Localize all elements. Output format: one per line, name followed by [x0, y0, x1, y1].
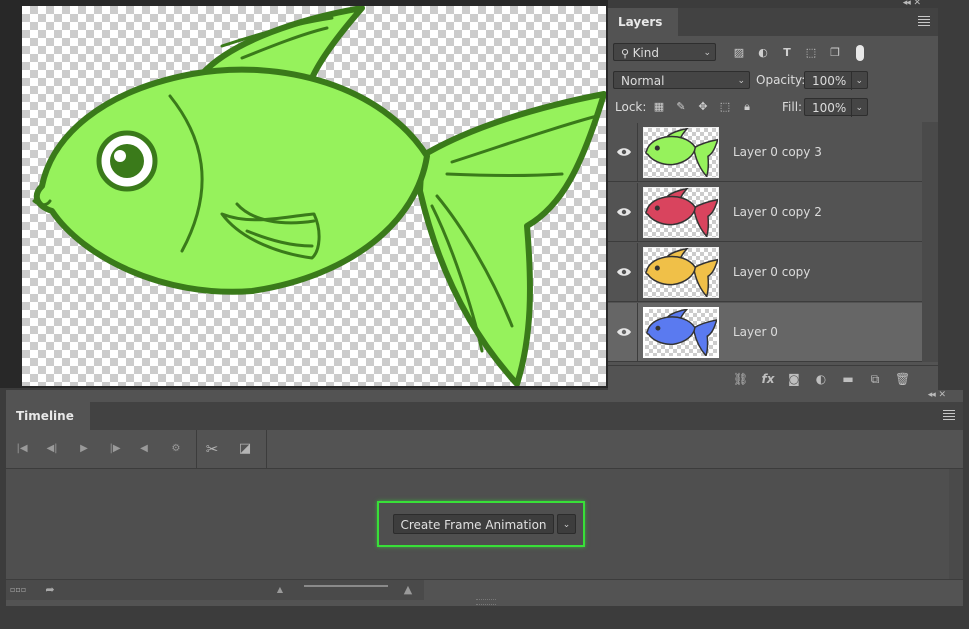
go-to-first-frame-icon[interactable]: |◀	[14, 442, 30, 456]
lock-transparent-pixels-icon[interactable]: ▦	[653, 101, 665, 113]
layer-row[interactable]: Layer 0	[608, 303, 922, 362]
opacity-field[interactable]: 100% ⌄	[804, 71, 868, 90]
chevron-down-icon: ⌄	[851, 99, 863, 117]
new-group-folder-icon[interactable]: ▬	[841, 372, 855, 386]
lock-position-icon[interactable]: ✥	[697, 101, 709, 113]
layers-footer-toolbar: ⛓ fx ◙ ◐ ▬ ⧉ 🗑︎	[608, 365, 938, 391]
link-layers-icon[interactable]: ⛓	[733, 372, 748, 386]
blend-mode-dropdown[interactable]: Normal ⌄	[613, 71, 750, 89]
timeline-panel: ◂◂ ✕ Timeline |◀ ◀| ▶ |▶ ◀ ⚙ ✂ ◪ ▫▫▫ ➦ ▲…	[6, 390, 963, 606]
panel-menu-icon[interactable]	[943, 410, 955, 422]
next-frame-icon[interactable]: |▶	[107, 442, 123, 456]
visibility-eye-icon[interactable]	[616, 145, 632, 159]
lock-image-pixels-icon[interactable]: ✎	[675, 101, 687, 113]
layer-thumbnail	[643, 187, 719, 238]
convert-to-frame-animation-icon[interactable]: ▫▫▫	[10, 583, 26, 597]
pixel-layer-filter-icon[interactable]: ▨	[733, 47, 745, 59]
fish-artwork	[32, 6, 606, 386]
shape-layer-filter-icon[interactable]: ⬚	[805, 47, 817, 59]
chevron-down-icon: ⌄	[737, 76, 745, 86]
zoom-out-mountain-icon[interactable]: ▲	[272, 583, 288, 597]
timeline-footer: ▫▫▫ ➦ ▲ ▲	[6, 579, 963, 600]
play-icon[interactable]: ▶	[76, 442, 92, 456]
layer-thumbnail	[643, 127, 719, 178]
create-frame-animation-button[interactable]: Create Frame Animation	[393, 514, 554, 534]
layer-style-fx-icon[interactable]: fx	[761, 372, 775, 386]
tab-layers[interactable]: Layers	[608, 8, 679, 36]
visibility-eye-icon[interactable]	[616, 325, 632, 339]
layer-filter-dropdown[interactable]: ⚲ Kind ⌄	[613, 43, 716, 61]
lock-all-icon[interactable]: 🔒︎	[741, 101, 753, 113]
canvas[interactable]	[22, 6, 606, 386]
previous-frame-icon[interactable]: ◀|	[44, 442, 60, 456]
chevron-down-icon: ⌄	[703, 48, 711, 58]
opacity-label: Opacity:	[756, 73, 806, 87]
chevron-down-icon: ⌄	[851, 72, 863, 90]
fish-body	[33, 66, 430, 295]
layer-name[interactable]: Layer 0 copy 2	[733, 205, 822, 219]
layer-name[interactable]: Layer 0 copy	[733, 265, 810, 279]
filter-toggle-icon[interactable]	[856, 45, 864, 61]
smart-object-filter-icon[interactable]: ❐	[829, 47, 841, 59]
lock-label: Lock:	[615, 100, 647, 114]
panel-menu-icon[interactable]	[918, 16, 930, 28]
fill-field[interactable]: 100% ⌄	[804, 98, 868, 117]
type-layer-filter-icon[interactable]: T	[781, 47, 793, 59]
animation-type-dropdown[interactable]: ⌄	[557, 514, 576, 534]
chevron-down-icon: ⌄	[562, 520, 571, 530]
document-canvas-area	[0, 0, 608, 388]
layer-thumbnail	[643, 247, 719, 298]
layer-name[interactable]: Layer 0	[733, 325, 778, 339]
split-scissors-icon[interactable]: ✂	[204, 442, 220, 457]
layer-row[interactable]: Layer 0 copy 3	[608, 123, 922, 182]
tab-timeline[interactable]: Timeline	[6, 402, 90, 430]
timeline-zoom-slider[interactable]	[304, 585, 388, 587]
settings-gear-icon[interactable]: ⚙	[168, 442, 184, 456]
zoom-in-mountain-icon[interactable]: ▲	[400, 583, 416, 597]
visibility-eye-icon[interactable]	[616, 205, 632, 219]
lock-artboard-icon[interactable]: ⬚	[719, 101, 731, 113]
audio-mute-icon[interactable]: ◀	[136, 442, 152, 456]
transition-icon[interactable]: ◪	[237, 442, 253, 456]
layer-row[interactable]: Layer 0 copy	[608, 243, 922, 302]
add-mask-icon[interactable]: ◙	[787, 372, 801, 386]
render-video-icon[interactable]: ➦	[42, 583, 58, 597]
trash-icon[interactable]: 🗑︎	[895, 372, 910, 386]
layers-scrollbar[interactable]	[922, 122, 938, 362]
collapse-panel-icon[interactable]: ◂◂ ✕	[928, 390, 946, 400]
adjustment-layer-filter-icon[interactable]: ◐	[757, 47, 769, 59]
adjustment-layer-icon[interactable]: ◐	[814, 372, 828, 386]
timeline-toolbar: |◀ ◀| ▶ |▶ ◀ ⚙ ✂ ◪	[6, 430, 963, 508]
layer-name[interactable]: Layer 0 copy 3	[733, 145, 822, 159]
fill-label: Fill:	[782, 100, 803, 114]
search-icon: ⚲	[621, 47, 633, 60]
collapse-panel-icon[interactable]: ◂◂ ✕	[903, 0, 921, 8]
resize-grip[interactable]	[476, 599, 496, 605]
visibility-eye-icon[interactable]	[616, 265, 632, 279]
layer-thumbnail	[643, 307, 719, 358]
layer-row[interactable]: Layer 0 copy 2	[608, 183, 922, 242]
new-layer-icon[interactable]: ⧉	[868, 372, 882, 386]
